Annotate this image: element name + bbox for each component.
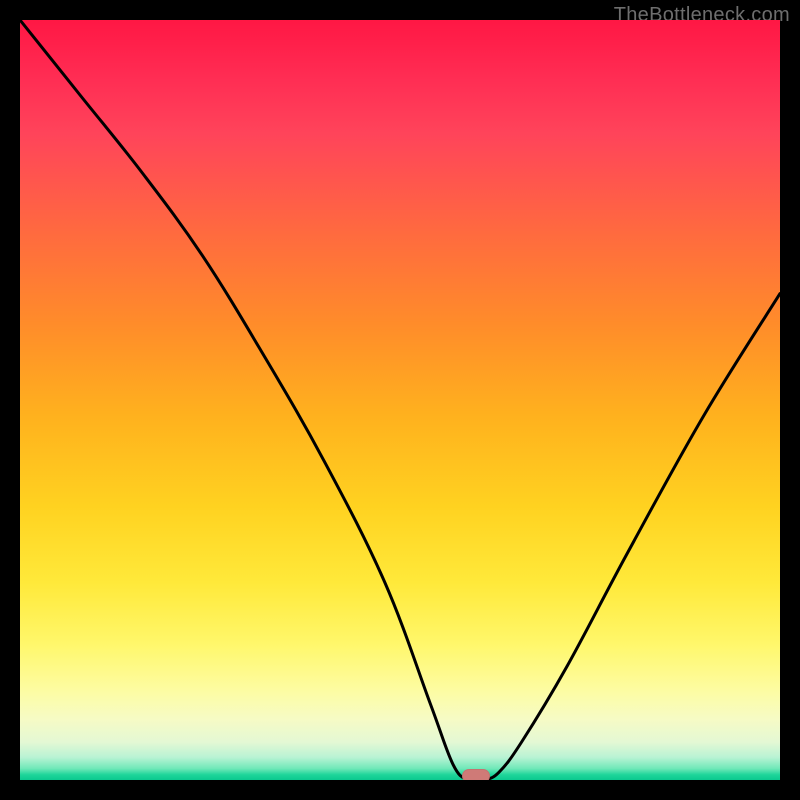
- curve-svg: [20, 20, 780, 780]
- bottleneck-curve: [20, 20, 780, 780]
- chart-frame: TheBottleneck.com: [0, 0, 800, 800]
- optimal-marker: [462, 769, 490, 780]
- plot-area: [20, 20, 780, 780]
